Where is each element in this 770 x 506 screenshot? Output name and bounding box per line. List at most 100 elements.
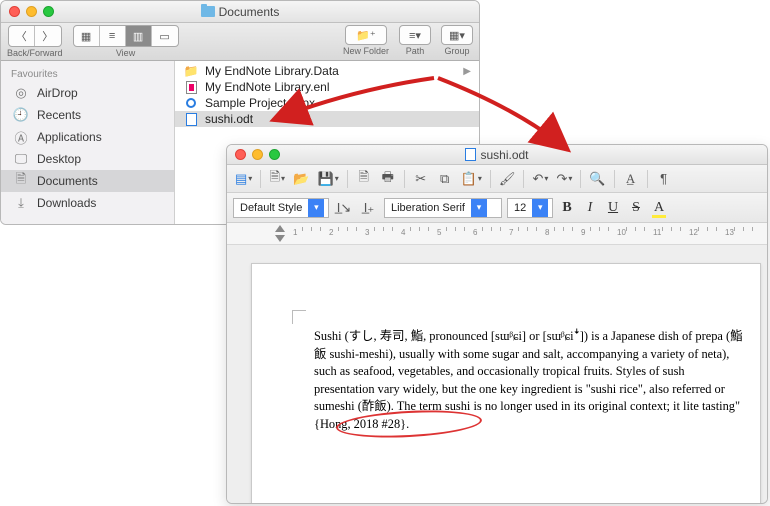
editor-toolbar-main: ▤ 🗎 📂 💾 🗎 🖶 ✂ ⧉ 📋 🖌 ↶ ↷ 🔍 A̲ ¶: [227, 165, 767, 193]
file-name: My EndNote Library.Data: [205, 64, 339, 78]
paragraph-style-combo[interactable]: Default Style ▾: [233, 198, 329, 218]
window-title-text: Documents: [219, 5, 280, 19]
new-style-button[interactable]: I̲₊: [359, 198, 379, 218]
redo-button[interactable]: ↷: [554, 169, 574, 189]
file-name: My EndNote Library.enl: [205, 80, 330, 94]
downloads-icon: ⤓: [13, 195, 29, 211]
ruler-number: 4: [401, 228, 405, 237]
folder-icon: [201, 6, 215, 17]
margin-corner-icon: [292, 310, 306, 324]
font-size-combo[interactable]: 12 ▾: [507, 198, 553, 218]
new-folder-label: New Folder: [343, 46, 389, 56]
file-name: Sample Project.nvpx: [205, 96, 315, 110]
ruler-number: 3: [365, 228, 369, 237]
save-button[interactable]: 💾: [316, 169, 341, 189]
new-folder-button[interactable]: 📁⁺: [345, 25, 387, 45]
new-doc-button[interactable]: 🗎: [267, 169, 287, 189]
chevron-down-icon: ▾: [471, 199, 487, 217]
ruler-number: 5: [437, 228, 441, 237]
highlight-button[interactable]: A: [650, 199, 668, 217]
file-row[interactable]: Sample Project.nvpx: [175, 95, 479, 111]
file-row[interactable]: 📁 My EndNote Library.Data ▶: [175, 63, 479, 79]
copy-button[interactable]: ⧉: [435, 169, 455, 189]
chevron-down-icon: ▾: [308, 199, 324, 217]
editor-title: sushi.odt: [227, 148, 767, 162]
export-pdf-button[interactable]: 🗎: [354, 169, 374, 189]
body-text: Sushi (すし, 寿司, 鮨, pronounced [sɯᵝɕi] or …: [314, 329, 743, 413]
view-columns-button[interactable]: ▥: [126, 26, 152, 46]
folder-icon: 📁: [183, 64, 199, 78]
spellcheck-button[interactable]: A̲: [621, 169, 641, 189]
cut-button[interactable]: ✂: [411, 169, 431, 189]
indent-bottom-handle-icon[interactable]: [275, 235, 285, 242]
close-icon[interactable]: [235, 149, 246, 160]
airdrop-icon: ◎: [13, 85, 29, 101]
sidebar-item-desktop[interactable]: 🖵 Desktop: [1, 148, 174, 170]
group-group: ▦▾ Group: [441, 25, 473, 56]
view-list-button[interactable]: ≡: [100, 26, 126, 46]
sidebar-item-label: Recents: [37, 108, 81, 122]
minimize-icon[interactable]: [252, 149, 263, 160]
finder-titlebar: Documents: [1, 1, 479, 23]
sidebar-item-label: Documents: [37, 174, 98, 188]
file-row[interactable]: My EndNote Library.enl: [175, 79, 479, 95]
ruler-number: 8: [545, 228, 549, 237]
group-button[interactable]: ▦▾: [441, 25, 473, 45]
zoom-icon[interactable]: [43, 6, 54, 17]
odt-icon: [183, 112, 199, 126]
strikethrough-button[interactable]: S: [627, 199, 645, 217]
page-area: Sushi (すし, 寿司, 鮨, pronounced [sɯᵝɕi] or …: [227, 245, 767, 503]
minimize-icon[interactable]: [26, 6, 37, 17]
print-button[interactable]: 🖶: [378, 169, 398, 189]
font-name-combo[interactable]: Liberation Serif ▾: [384, 198, 502, 218]
sidebar-item-downloads[interactable]: ⤓ Downloads: [1, 192, 174, 214]
view-group: ▦ ≡ ▥ ▭ View: [73, 25, 179, 58]
italic-button[interactable]: I: [581, 199, 599, 217]
clone-format-button[interactable]: 🖌: [497, 169, 518, 189]
group-label: Group: [444, 46, 469, 56]
view-icons-button[interactable]: ▦: [74, 26, 100, 46]
update-style-button[interactable]: I̲↘: [334, 198, 354, 218]
file-name: sushi.odt: [205, 112, 253, 126]
citation-field[interactable]: {Hong, 2018 #28}.: [314, 417, 409, 431]
path-label: Path: [406, 46, 425, 56]
back-button[interactable]: 〈: [9, 26, 35, 46]
finder-sidebar: Favourites ◎ AirDrop 🕘 Recents Ⓐ Applica…: [1, 61, 175, 224]
formatting-marks-button[interactable]: ¶: [654, 169, 674, 189]
document-page[interactable]: Sushi (すし, 寿司, 鮨, pronounced [sɯᵝɕi] or …: [251, 263, 761, 503]
sidebar-toggle-button[interactable]: ▤: [233, 169, 254, 189]
window-controls: [9, 6, 54, 17]
zoom-icon[interactable]: [269, 149, 280, 160]
forward-button[interactable]: 〉: [35, 26, 61, 46]
combo-value: Liberation Serif: [385, 202, 471, 214]
sidebar-item-applications[interactable]: Ⓐ Applications: [1, 126, 174, 148]
file-row[interactable]: sushi.odt: [175, 111, 479, 127]
sidebar-item-airdrop[interactable]: ◎ AirDrop: [1, 82, 174, 104]
sidebar-item-documents[interactable]: 🗎 Documents: [1, 170, 174, 192]
ruler-number: 6: [473, 228, 477, 237]
close-icon[interactable]: [9, 6, 20, 17]
path-button[interactable]: ≡▾: [399, 25, 431, 45]
new-folder-group: 📁⁺ New Folder: [343, 25, 389, 56]
combo-value: 12: [508, 202, 532, 214]
combo-value: Default Style: [234, 202, 308, 214]
undo-button[interactable]: ↶: [530, 169, 550, 189]
document-text[interactable]: Sushi (すし, 寿司, 鮨, pronounced [sɯᵝɕi] or …: [314, 328, 748, 434]
pilcrow-icon: ¶: [660, 171, 667, 186]
sidebar-item-label: AirDrop: [37, 86, 78, 100]
path-group: ≡▾ Path: [399, 25, 431, 56]
open-button[interactable]: 📂: [291, 169, 311, 189]
bold-button[interactable]: B: [558, 199, 576, 217]
editor-titlebar: sushi.odt: [227, 145, 767, 165]
indent-top-handle-icon[interactable]: [275, 225, 285, 232]
sidebar-item-label: Applications: [37, 130, 102, 144]
find-button[interactable]: 🔍: [587, 169, 607, 189]
ruler-number: 12: [689, 228, 698, 237]
paste-button[interactable]: 📋: [459, 169, 484, 189]
sidebar-header: Favourites: [1, 65, 174, 82]
view-gallery-button[interactable]: ▭: [152, 26, 178, 46]
chevron-right-icon: ▶: [463, 66, 471, 77]
underline-button[interactable]: U: [604, 199, 622, 217]
ruler[interactable]: 12345678910111213: [227, 223, 767, 245]
sidebar-item-recents[interactable]: 🕘 Recents: [1, 104, 174, 126]
